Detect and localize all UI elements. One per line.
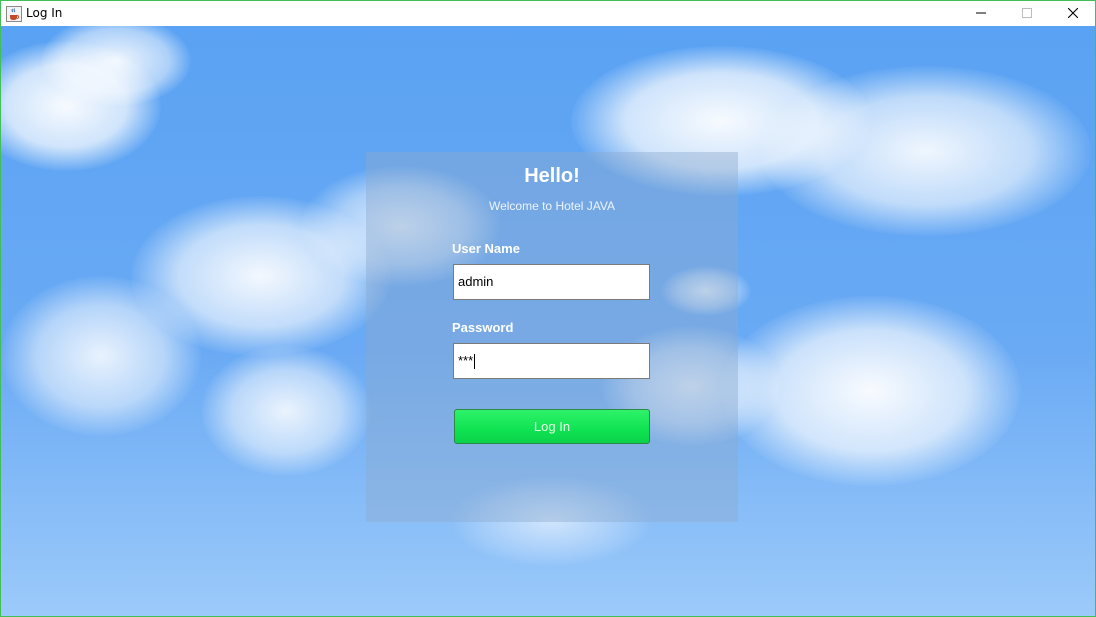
password-field[interactable]: *** xyxy=(453,343,650,379)
window-title: Log In xyxy=(26,6,63,20)
text-caret xyxy=(474,354,476,370)
sky-background: Hello! Welcome to Hotel JAVA User Name a… xyxy=(1,26,1095,616)
java-cup-icon xyxy=(6,6,22,22)
login-button[interactable]: Log In xyxy=(454,409,650,444)
title-bar[interactable]: Log In xyxy=(1,1,1095,26)
maximize-icon xyxy=(1022,5,1032,23)
login-window: Log In Hello! Welcome to Hotel JAVA User… xyxy=(0,0,1096,617)
username-value: admin xyxy=(458,274,494,289)
username-label: User Name xyxy=(452,241,520,256)
close-button[interactable] xyxy=(1050,1,1095,26)
minimize-button[interactable] xyxy=(958,1,1004,26)
greeting-heading: Hello! xyxy=(524,165,580,187)
password-value: *** xyxy=(458,353,474,368)
username-field[interactable]: admin xyxy=(453,264,650,300)
maximize-button[interactable] xyxy=(1004,1,1050,26)
welcome-subtitle: Welcome to Hotel JAVA xyxy=(488,199,616,213)
login-panel: Hello! Welcome to Hotel JAVA User Name a… xyxy=(366,152,738,522)
minimize-icon xyxy=(976,5,986,23)
password-label: Password xyxy=(452,320,514,335)
close-icon xyxy=(1067,5,1079,23)
